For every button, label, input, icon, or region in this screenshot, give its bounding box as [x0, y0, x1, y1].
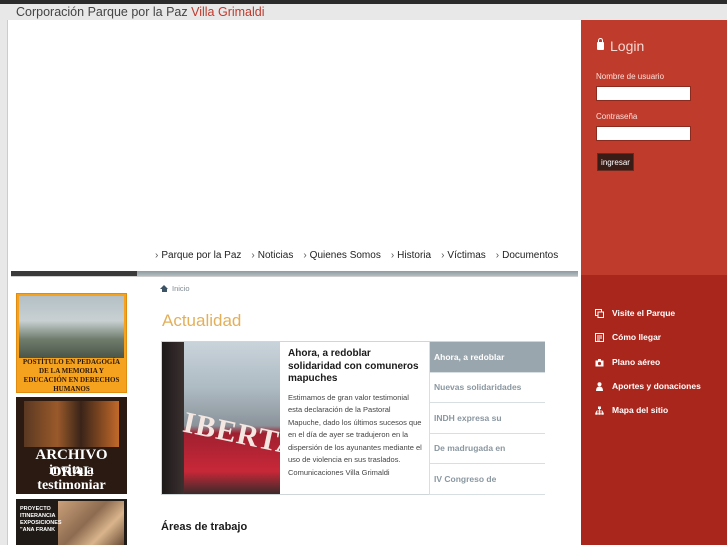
- side-link-aportes[interactable]: Aportes y donaciones: [595, 381, 701, 391]
- nav-item-quienes-somos[interactable]: Quienes Somos: [303, 250, 381, 261]
- login-title: Login: [597, 38, 644, 54]
- password-field[interactable]: [596, 126, 691, 141]
- nav-item-victimas[interactable]: Víctimas: [441, 250, 485, 261]
- nav-item-noticias[interactable]: Noticias: [251, 250, 294, 261]
- main-nav: Parque por la Paz Noticias Quienes Somos…: [155, 250, 558, 261]
- banner-pedagogia-text: POSTÍTULO EN PEDAGOGÍA DE LA MEMORIA Y E…: [22, 358, 121, 393]
- featured-body: Estimamos de gran valor testimonial esta…: [288, 392, 422, 477]
- side-link-label: Mapa del sitio: [612, 405, 669, 415]
- side-link-visite[interactable]: Visite el Parque: [595, 308, 675, 318]
- areas-title: Áreas de trabajo: [161, 521, 248, 533]
- featured-image-banner-text: IBERTAD: [180, 405, 280, 468]
- section-title: Actualidad: [162, 311, 242, 330]
- login-panel: Login Nombre de usuario Contraseña ingre…: [581, 20, 727, 275]
- banner-pedagogia-photo: [19, 296, 124, 358]
- news-tab[interactable]: INDH expresa su: [429, 403, 545, 434]
- news-tab-list: Ahora, a redoblar Nuevas solidaridades I…: [429, 342, 545, 495]
- featured-image-crowd: [162, 342, 184, 494]
- featured-article: Ahora, a redoblar solidaridad con comune…: [288, 348, 423, 479]
- featured-image[interactable]: IBERTAD: [162, 342, 280, 494]
- top-bar: [0, 0, 727, 4]
- banner-archivo-subtitle: invita a testimoniar: [37, 463, 106, 493]
- lock-icon: [597, 38, 604, 50]
- site-title-main: Corporación Parque por la Paz: [16, 5, 192, 19]
- side-link-label: Cómo llegar: [612, 332, 662, 342]
- site-title[interactable]: Corporación Parque por la Paz Villa Grim…: [16, 5, 265, 19]
- map-icon: [595, 332, 604, 342]
- nav-item-parque[interactable]: Parque por la Paz: [155, 250, 241, 261]
- news-tab[interactable]: Nuevas solidaridades: [429, 372, 545, 403]
- login-button[interactable]: ingresar: [597, 153, 634, 171]
- side-link-label: Visite el Parque: [612, 308, 676, 318]
- news-tab[interactable]: Ahora, a redoblar: [429, 342, 545, 373]
- featured-headline[interactable]: Ahora, a redoblar solidaridad con comune…: [288, 348, 423, 386]
- side-link-mapa[interactable]: Mapa del sitio: [595, 405, 668, 415]
- separator-line: [11, 276, 578, 277]
- username-field[interactable]: [596, 86, 691, 101]
- username-label: Nombre de usuario: [596, 72, 665, 81]
- news-slider: IBERTAD Ahora, a redoblar solidaridad co…: [161, 341, 545, 495]
- camera-icon: [595, 358, 604, 366]
- breadcrumb: Inicio: [160, 284, 190, 293]
- home-icon[interactable]: [160, 285, 168, 292]
- square-icon: [595, 308, 604, 318]
- side-links-panel: Visite el Parque Cómo llegar Plano aéreo…: [581, 275, 727, 545]
- news-tab[interactable]: IV Congreso de: [429, 464, 545, 495]
- banner-proyecto[interactable]: PROYECTO ITINERANCIA EXPOSICIONES "ANA F…: [16, 499, 127, 545]
- banner-archivo-oral[interactable]: ARCHIVO ORAL invita a testimoniar: [16, 397, 127, 494]
- right-sidebar: Login Nombre de usuario Contraseña ingre…: [581, 20, 727, 545]
- site-title-accent: Villa Grimaldi: [191, 5, 265, 19]
- banner-archivo-photo: [24, 401, 119, 447]
- person-icon: [596, 381, 603, 391]
- side-link-label: Aportes y donaciones: [612, 381, 701, 391]
- news-tab[interactable]: De madrugada en: [429, 433, 545, 464]
- banner-proyecto-art: [58, 501, 124, 545]
- side-link-como-llegar[interactable]: Cómo llegar: [595, 332, 661, 342]
- side-link-plano[interactable]: Plano aéreo: [595, 357, 660, 367]
- breadcrumb-home[interactable]: Inicio: [172, 284, 190, 293]
- banner-proyecto-text: PROYECTO ITINERANCIA EXPOSICIONES "ANA F…: [20, 506, 62, 533]
- nav-item-documentos[interactable]: Documentos: [496, 250, 558, 261]
- login-title-text: Login: [610, 38, 645, 54]
- side-link-label: Plano aéreo: [612, 357, 661, 367]
- sitemap-icon: [595, 406, 604, 415]
- nav-item-historia[interactable]: Historia: [391, 250, 431, 261]
- password-label: Contraseña: [596, 112, 638, 121]
- banner-pedagogia[interactable]: POSTÍTULO EN PEDAGOGÍA DE LA MEMORIA Y E…: [16, 293, 127, 393]
